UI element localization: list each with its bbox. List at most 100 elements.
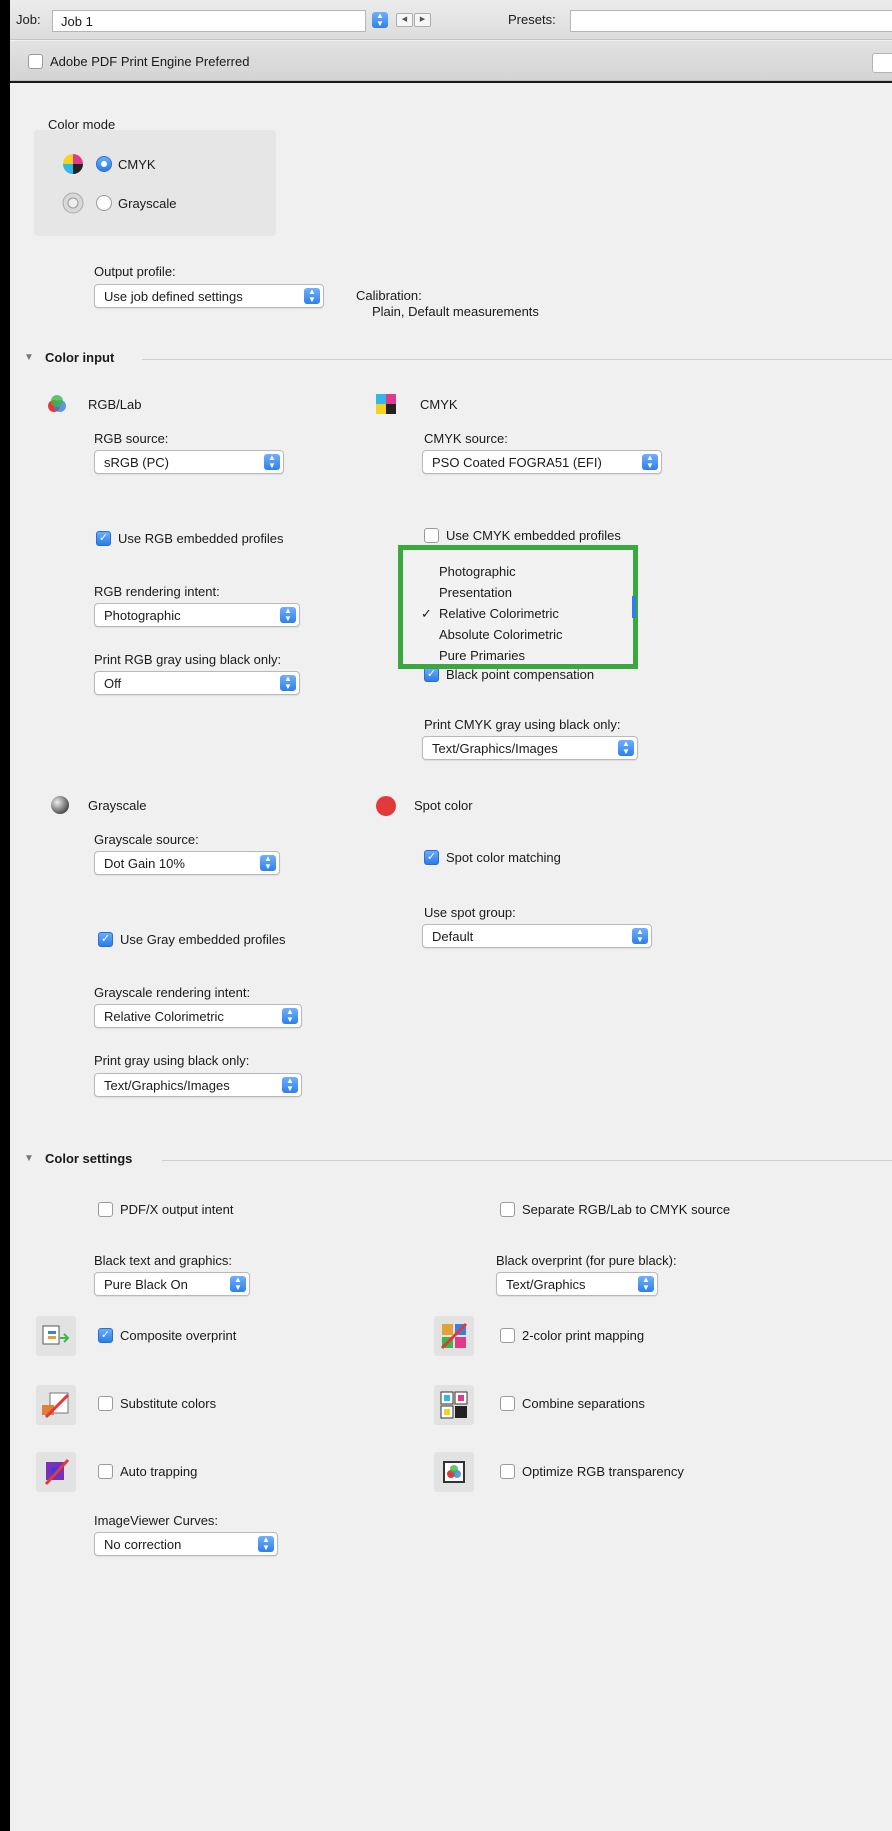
cmyk-embedded-checkbox[interactable] xyxy=(424,528,439,543)
job-label: Job: xyxy=(16,12,41,27)
print-gray-value: Text/Graphics/Images xyxy=(104,1078,230,1093)
optimize-transparency-icon xyxy=(434,1452,474,1492)
chevron-updown-icon: ▲ ▼ xyxy=(282,1008,298,1024)
presets-label: Presets: xyxy=(508,12,556,27)
black-overprint-select[interactable]: Text/Graphics ▲ ▼ xyxy=(496,1272,658,1296)
pdfx-label: PDF/X output intent xyxy=(120,1202,234,1217)
rgb-source-select[interactable]: sRGB (PC) ▲ ▼ xyxy=(94,450,284,474)
calibration-label: Calibration: xyxy=(356,288,422,303)
disclosure-triangle-icon[interactable]: ▼ xyxy=(24,1153,34,1164)
output-profile-value: Use job defined settings xyxy=(104,289,243,304)
cmyk-gray-select[interactable]: Text/Graphics/Images ▲ ▼ xyxy=(422,736,638,760)
rgb-embedded-checkbox[interactable]: ✓ xyxy=(96,531,111,546)
pdfx-checkbox[interactable] xyxy=(98,1202,113,1217)
presets-field[interactable] xyxy=(570,10,892,32)
next-job-icon[interactable]: ▶ xyxy=(414,13,431,27)
menu-item-relative-colorimetric[interactable]: Relative Colorimetric xyxy=(439,606,559,621)
menu-item-absolute-colorimetric[interactable]: Absolute Colorimetric xyxy=(439,627,563,642)
grayscale-sphere-icon xyxy=(50,795,70,815)
rgb-lab-heading: RGB/Lab xyxy=(88,397,142,412)
separate-rgb-label: Separate RGB/Lab to CMYK source xyxy=(522,1202,731,1217)
disclosure-triangle-icon[interactable]: ▼ xyxy=(24,352,34,363)
rgb-lab-icon xyxy=(46,393,68,415)
auto-trapping-icon xyxy=(36,1452,76,1492)
engine-bar: Adobe PDF Print Engine Preferred xyxy=(10,41,892,81)
cmyk-source-select[interactable]: PSO Coated FOGRA51 (EFI) ▲ ▼ xyxy=(422,450,662,474)
menu-item-photographic[interactable]: Photographic xyxy=(439,564,516,579)
previous-job-icon[interactable]: ◀ xyxy=(396,13,413,27)
job-field[interactable]: Job 1 xyxy=(52,10,366,32)
curves-select[interactable]: No correction ▲ ▼ xyxy=(94,1532,278,1556)
cmyk-icon xyxy=(376,394,396,414)
substitute-colors-checkbox[interactable] xyxy=(98,1396,113,1411)
color-settings-section[interactable]: ▼ Color settings xyxy=(10,1151,892,1173)
job-dropdown-arrow-icon[interactable]: ▲ ▼ xyxy=(372,12,388,28)
checkmark-icon: ✓ xyxy=(421,606,432,621)
cmyk-wheel-icon xyxy=(62,153,84,175)
spot-group-select[interactable]: Default ▲ ▼ xyxy=(422,924,652,948)
engine-bar-button[interactable] xyxy=(872,53,892,73)
grayscale-source-select[interactable]: Dot Gain 10% ▲ ▼ xyxy=(94,851,280,875)
cmyk-embedded-label: Use CMYK embedded profiles xyxy=(446,528,621,543)
optimize-transparency-checkbox[interactable] xyxy=(500,1464,515,1479)
section-rule xyxy=(162,1160,892,1161)
combine-separations-checkbox[interactable] xyxy=(500,1396,515,1411)
rgb-gray-select[interactable]: Off ▲ ▼ xyxy=(94,671,300,695)
chevron-updown-icon: ▲ ▼ xyxy=(258,1536,274,1552)
spot-group-value: Default xyxy=(432,929,474,944)
adobe-pdf-label: Adobe PDF Print Engine Preferred xyxy=(50,54,250,69)
adobe-pdf-checkbox[interactable] xyxy=(28,54,43,69)
rgb-source-value: sRGB (PC) xyxy=(104,455,169,470)
two-color-checkbox[interactable] xyxy=(500,1328,515,1343)
color-input-title: Color input xyxy=(45,350,115,365)
cmyk-gray-value: Text/Graphics/Images xyxy=(432,741,558,756)
chevron-updown-icon: ▲ ▼ xyxy=(280,675,296,691)
composite-overprint-label: Composite overprint xyxy=(120,1328,237,1343)
grayscale-radio-label: Grayscale xyxy=(118,196,177,211)
curves-label: ImageViewer Curves: xyxy=(94,1513,219,1528)
composite-overprint-checkbox[interactable]: ✓ xyxy=(98,1328,113,1343)
chevron-updown-icon: ▲ ▼ xyxy=(230,1276,246,1292)
combine-separations-label: Combine separations xyxy=(522,1396,645,1411)
rgb-intent-value: Photographic xyxy=(104,608,181,623)
output-profile-select[interactable]: Use job defined settings ▲ ▼ xyxy=(94,284,324,308)
menu-scroll-indicator xyxy=(632,596,636,618)
chevron-updown-icon: ▲ ▼ xyxy=(642,454,658,470)
rgb-intent-select[interactable]: Photographic ▲ ▼ xyxy=(94,603,300,627)
cmyk-radio-label: CMYK xyxy=(118,157,156,172)
bpc-checkbox[interactable]: ✓ xyxy=(424,667,439,682)
auto-trapping-label: Auto trapping xyxy=(120,1464,198,1479)
chevron-updown-icon: ▲ ▼ xyxy=(618,740,634,756)
chevron-updown-icon: ▲ ▼ xyxy=(280,607,296,623)
cmyk-gray-label: Print CMYK gray using black only: xyxy=(424,717,621,732)
menu-item-presentation[interactable]: Presentation xyxy=(439,585,512,600)
black-overprint-label: Black overprint (for pure black): xyxy=(496,1253,677,1268)
combine-separations-icon xyxy=(434,1385,474,1425)
rgb-gray-label: Print RGB gray using black only: xyxy=(94,652,282,667)
color-settings-title: Color settings xyxy=(45,1151,133,1166)
grayscale-source-label: Grayscale source: xyxy=(94,832,199,847)
black-text-select[interactable]: Pure Black On ▲ ▼ xyxy=(94,1272,250,1296)
grayscale-radio[interactable] xyxy=(96,195,112,211)
spot-matching-checkbox[interactable]: ✓ xyxy=(424,850,439,865)
spot-color-heading: Spot color xyxy=(414,798,473,813)
print-gray-select[interactable]: Text/Graphics/Images ▲ ▼ xyxy=(94,1073,302,1097)
two-color-mapping-icon xyxy=(434,1316,474,1356)
grayscale-intent-select[interactable]: Relative Colorimetric ▲ ▼ xyxy=(94,1004,302,1028)
gray-embedded-checkbox[interactable]: ✓ xyxy=(98,932,113,947)
output-profile-label: Output profile: xyxy=(94,264,176,279)
auto-trapping-checkbox[interactable] xyxy=(98,1464,113,1479)
cmyk-radio[interactable] xyxy=(96,156,112,172)
cmyk-source-value: PSO Coated FOGRA51 (EFI) xyxy=(432,455,602,470)
spot-color-icon xyxy=(376,796,396,816)
cmyk-heading: CMYK xyxy=(420,397,458,412)
section-rule xyxy=(142,359,892,360)
menu-item-pure-primaries[interactable]: Pure Primaries xyxy=(439,648,525,663)
color-mode-group xyxy=(34,130,276,236)
chevron-updown-icon: ▲ ▼ xyxy=(264,454,280,470)
chevron-updown-icon: ▲ ▼ xyxy=(282,1077,298,1093)
separate-rgb-checkbox[interactable] xyxy=(500,1202,515,1217)
optimize-transparency-label: Optimize RGB transparency xyxy=(522,1464,684,1479)
color-input-section[interactable]: ▼ Color input xyxy=(10,350,892,372)
cmyk-source-label: CMYK source: xyxy=(424,431,508,446)
